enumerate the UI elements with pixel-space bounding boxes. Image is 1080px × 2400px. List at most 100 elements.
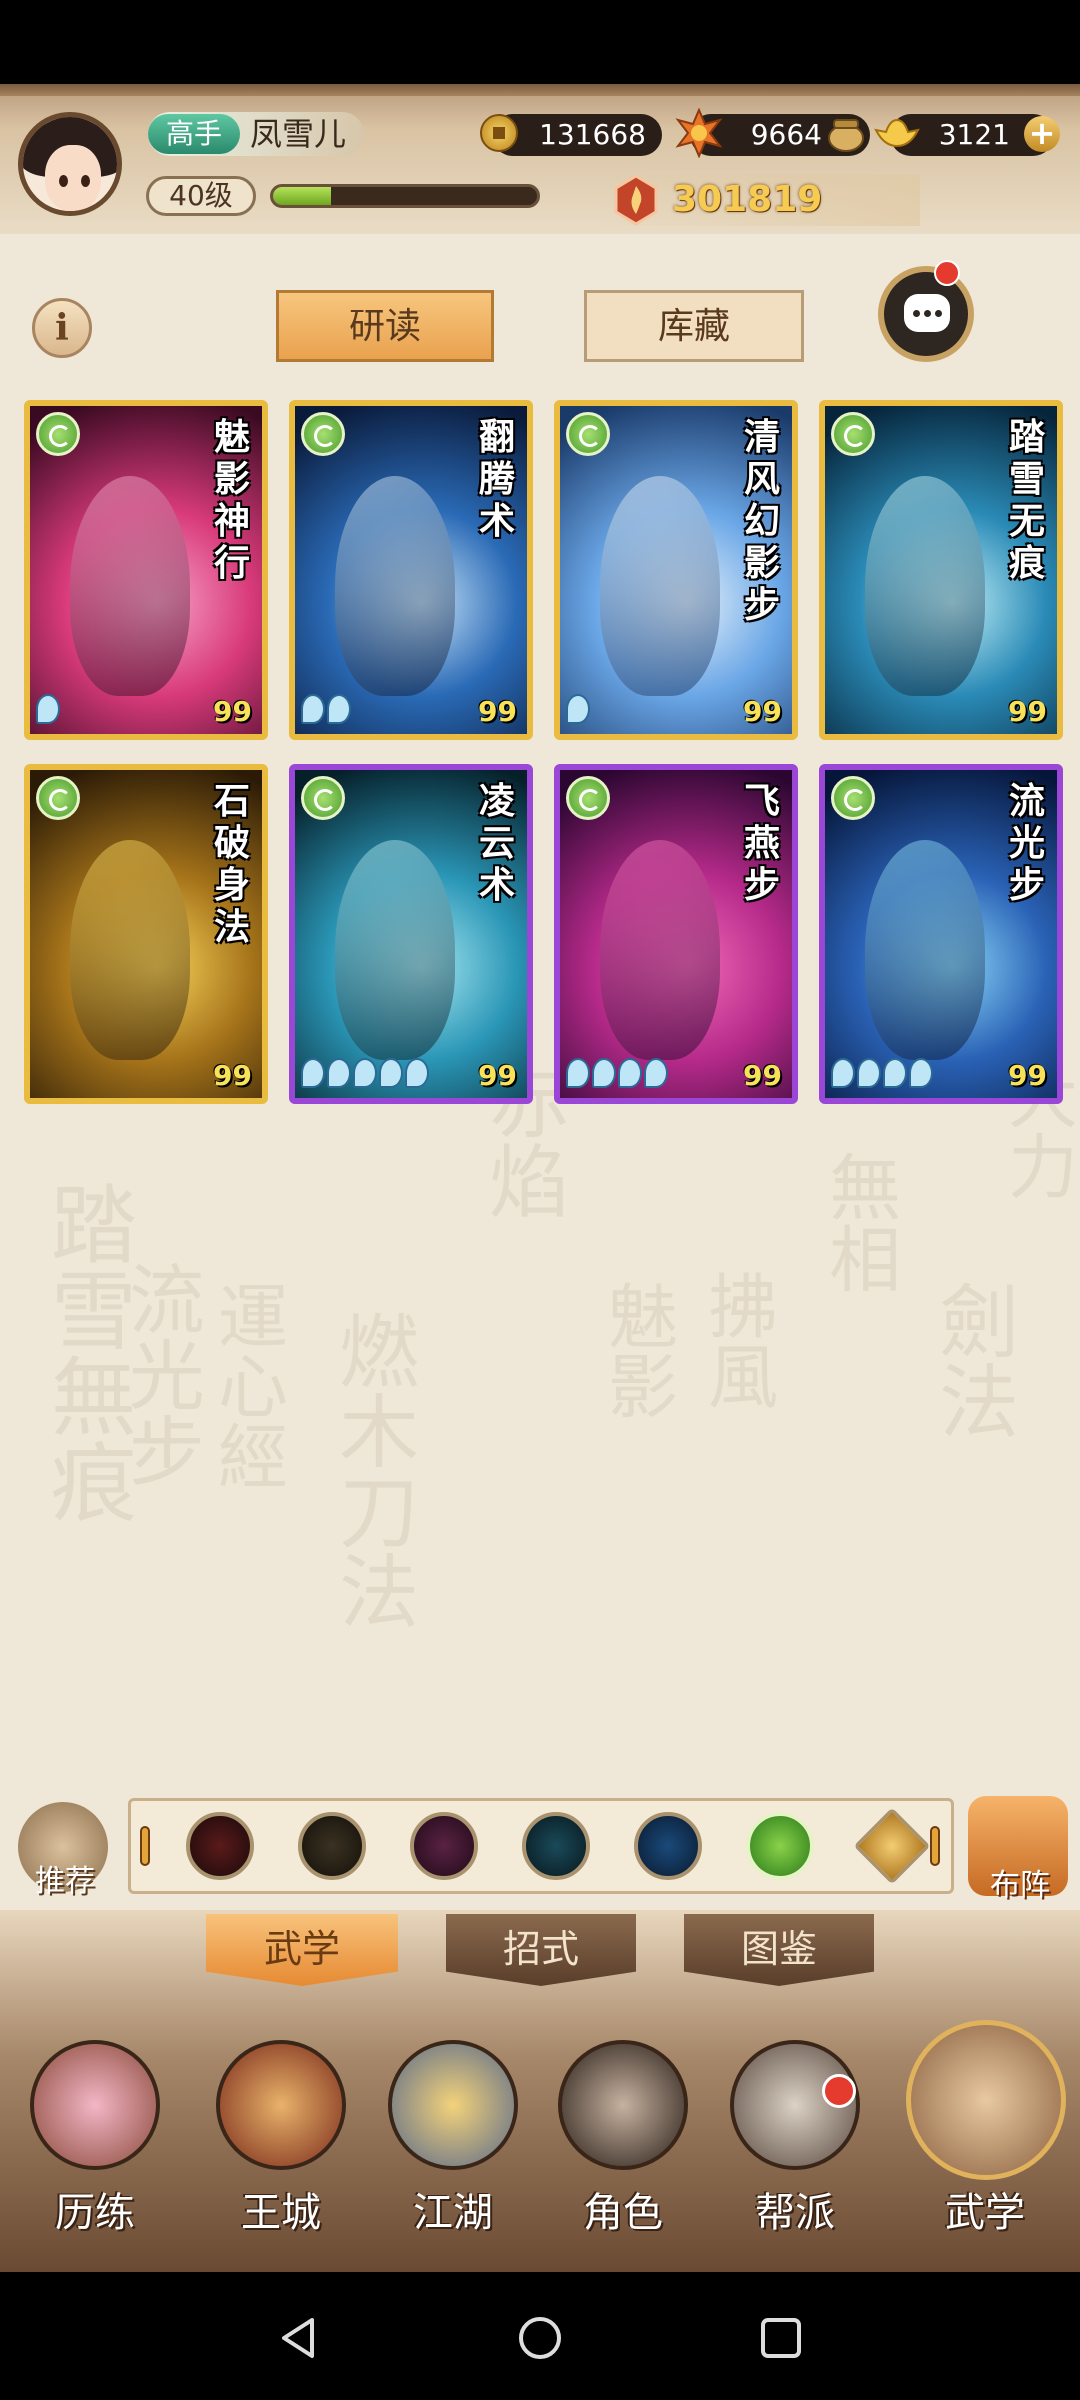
skill-card-figure	[600, 840, 720, 1060]
skill-card-figure	[70, 476, 190, 696]
star-drop-icon	[831, 1058, 855, 1088]
nav-guild-label: 帮派	[755, 2190, 835, 2236]
movement-type-icon	[831, 776, 875, 820]
skill-card[interactable]: 流光步 99	[819, 764, 1063, 1104]
skill-card[interactable]: 凌云术 99	[289, 764, 533, 1104]
coin-icon	[480, 114, 518, 152]
tab-study[interactable]: 研读	[276, 290, 494, 362]
subtab-codex[interactable]: 图鉴	[684, 1914, 874, 1986]
skill-card-name: 魅影神行	[213, 416, 250, 584]
skill-card-stars	[301, 1058, 429, 1090]
background-calligraphy-text: 燃木刀法	[326, 1310, 419, 1630]
nav-training[interactable]: 历练	[20, 2040, 170, 2236]
skill-card[interactable]: 飞燕步 99	[554, 764, 798, 1104]
skill-card-stars	[566, 1058, 668, 1090]
nav-royal-city[interactable]: 王城	[206, 2040, 356, 2236]
skill-card[interactable]: 魅影神行 99	[24, 400, 268, 740]
player-name: 凤雪儿	[250, 115, 347, 153]
gourd-sword-icon	[388, 2040, 518, 2170]
movement-type-icon	[36, 412, 80, 456]
fist-filter-icon[interactable]	[410, 1812, 478, 1880]
skill-card-name: 踏雪无痕	[1008, 416, 1045, 584]
background-calligraphy-text: 魅影	[596, 1280, 679, 1420]
info-button[interactable]: i	[32, 298, 92, 358]
nav-character-label: 角色	[583, 2190, 663, 2236]
star-drop-icon	[379, 1058, 403, 1088]
scroll-left-handle[interactable]	[140, 1826, 150, 1866]
background-calligraphy-text: 流光步	[115, 1260, 205, 1488]
movement-type-icon	[301, 776, 345, 820]
palm-filter-icon[interactable]	[522, 1812, 590, 1880]
star-drop-icon	[644, 1058, 668, 1088]
combat-power-value: 301819	[672, 179, 823, 220]
skill-card-stars	[301, 694, 351, 726]
star-drop-icon	[353, 1058, 377, 1088]
header-top-strip	[0, 84, 1080, 96]
pot-icon	[828, 119, 864, 152]
movement-type-icon	[301, 412, 345, 456]
nav-martial-arts[interactable]: 武学	[906, 2020, 1066, 2236]
star-drop-icon	[301, 694, 325, 724]
formation-label: 布阵	[990, 1868, 1050, 1903]
chat-bubble-icon	[904, 294, 950, 332]
nav-guild[interactable]: 帮派	[720, 2040, 870, 2236]
scroll-right-handle[interactable]	[930, 1826, 940, 1866]
skill-card[interactable]: 踏雪无痕 99	[819, 400, 1063, 740]
movement-filter-icon[interactable]	[746, 1812, 814, 1880]
skill-card-stars	[566, 694, 590, 726]
star-drop-icon	[36, 694, 60, 724]
gold-ingot-icon	[874, 118, 920, 148]
background-calligraphy-text: 無相	[816, 1150, 901, 1294]
palace-icon	[216, 2040, 346, 2170]
skill-card-level: 99	[1008, 695, 1047, 728]
back-triangle-icon[interactable]	[278, 2316, 318, 2360]
lingzhi-value: 9664	[750, 118, 822, 151]
skill-card-figure	[865, 476, 985, 696]
skill-card-name: 流光步	[1008, 780, 1045, 906]
movement-type-icon	[831, 412, 875, 456]
star-drop-icon	[327, 1058, 351, 1088]
sword-filter-icon[interactable]	[186, 1812, 254, 1880]
training-icon	[30, 2040, 160, 2170]
character-hat-icon	[558, 2040, 688, 2170]
player-avatar[interactable]	[18, 112, 122, 216]
gold-value: 3121	[938, 118, 1010, 151]
star-drop-icon	[592, 1058, 616, 1088]
subtab-martial-arts[interactable]: 武学	[206, 1914, 398, 1986]
blade-filter-icon[interactable]	[298, 1812, 366, 1880]
player-level: 40级	[146, 176, 256, 216]
star-drop-icon	[883, 1058, 907, 1088]
skill-card[interactable]: 清风幻影步 99	[554, 400, 798, 740]
skill-card-figure	[70, 840, 190, 1060]
home-circle-icon[interactable]	[518, 2316, 562, 2360]
nav-character[interactable]: 角色	[548, 2040, 698, 2236]
skill-card-name: 清风幻影步	[743, 416, 780, 626]
skill-card[interactable]: 翻腾术 99	[289, 400, 533, 740]
skill-card-name: 石破身法	[213, 780, 250, 948]
star-drop-icon	[566, 694, 590, 724]
star-drop-icon	[327, 694, 351, 724]
star-drop-icon	[301, 1058, 325, 1088]
subtab-moves[interactable]: 招式	[446, 1914, 636, 1986]
skill-card-name: 飞燕步	[743, 780, 780, 906]
skill-card-level: 99	[1008, 1059, 1047, 1092]
nav-training-label: 历练	[55, 2190, 135, 2236]
star-drop-icon	[566, 1058, 590, 1088]
status-bar	[0, 0, 1080, 84]
movement-type-icon	[36, 776, 80, 820]
recents-square-icon[interactable]	[760, 2316, 802, 2360]
nav-jianghu[interactable]: 江湖	[378, 2040, 528, 2236]
add-gold-plus-icon[interactable]: +	[1024, 116, 1060, 152]
tab-storage[interactable]: 库藏	[584, 290, 804, 362]
skill-card-level: 99	[213, 1059, 252, 1092]
skill-card-stars	[831, 1058, 933, 1090]
nav-royal-city-label: 王城	[241, 2190, 321, 2236]
exp-bar	[270, 184, 540, 208]
skill-card-figure	[335, 476, 455, 696]
taiji-filter-icon[interactable]	[634, 1812, 702, 1880]
skill-card-figure	[335, 840, 455, 1060]
skill-card[interactable]: 石破身法 99	[24, 764, 268, 1104]
guild-notification-dot	[822, 2074, 856, 2108]
skill-card-name: 凌云术	[478, 780, 515, 906]
power-flame-icon	[614, 174, 658, 226]
